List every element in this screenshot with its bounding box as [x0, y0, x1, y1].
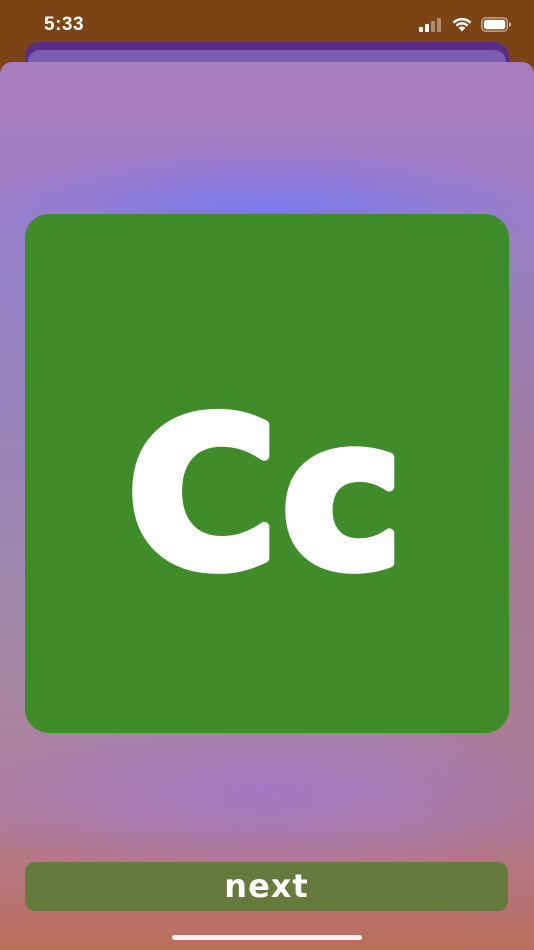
- status-icons: [419, 17, 512, 32]
- wifi-icon: [452, 17, 472, 32]
- letter-card[interactable]: Cc: [25, 214, 509, 733]
- home-indicator[interactable]: [172, 935, 362, 940]
- status-time: 5:33: [44, 14, 85, 35]
- next-button[interactable]: next: [25, 862, 508, 911]
- letter-card-text: Cc: [127, 377, 407, 615]
- cellular-signal-icon: [419, 17, 441, 32]
- letter-card-glyph: Cc: [122, 372, 408, 620]
- battery-icon: [481, 17, 512, 32]
